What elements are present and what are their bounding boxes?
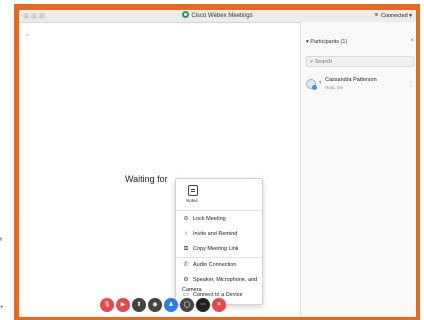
gear-icon: ⚙ bbox=[183, 277, 189, 283]
share-icon: ⬆ bbox=[136, 302, 142, 308]
chat-button[interactable]: ◯ bbox=[180, 298, 194, 312]
participants-panel: ▾ Participants (1) × ⌕ Search ♀ Cassandr… bbox=[300, 22, 416, 317]
more-button[interactable]: ⋯ bbox=[196, 298, 210, 312]
stage-info-icon[interactable]: ◦ bbox=[26, 32, 28, 39]
edge-marker: ᵇ bbox=[0, 238, 3, 244]
menu-divider bbox=[176, 257, 262, 258]
close-icon[interactable]: × bbox=[410, 38, 414, 44]
webex-window: Cisco Webex Meetings Connected ▾ ◦ Waiti… bbox=[19, 10, 416, 317]
leave-button[interactable]: ✕ bbox=[212, 298, 226, 312]
menu-item-invite-and-remind[interactable]: ♀ Invite and Remind bbox=[182, 229, 260, 239]
link-icon: ⧉ bbox=[183, 246, 189, 252]
lock-icon: ⊘ bbox=[183, 216, 189, 222]
close-icon: ✕ bbox=[216, 302, 222, 308]
edge-marker: + bbox=[0, 305, 4, 311]
person-icon: ♀ bbox=[183, 231, 189, 237]
menu-item-audio-connection[interactable]: ✆ Audio Connection bbox=[182, 260, 260, 270]
menu-item-copy-meeting-link[interactable]: ⧉ Copy Meeting Link bbox=[182, 244, 260, 254]
mute-button[interactable]: 🎙 bbox=[100, 298, 114, 312]
participants-button[interactable]: ♟ bbox=[164, 298, 178, 312]
search-input[interactable]: ⌕ Search bbox=[306, 56, 414, 67]
phone-icon: ✆ bbox=[183, 262, 189, 268]
status-dot-icon bbox=[375, 13, 379, 16]
host-icon: ♀ bbox=[318, 80, 323, 86]
video-button[interactable]: ▶ bbox=[116, 298, 130, 312]
avatar bbox=[306, 79, 317, 90]
share-button[interactable]: ⬆ bbox=[132, 298, 146, 312]
connection-status[interactable]: Connected ▾ bbox=[375, 11, 412, 21]
participants-header[interactable]: ▾ Participants (1) bbox=[306, 39, 347, 45]
search-icon: ⌕ bbox=[310, 59, 314, 65]
more-icon: ⋯ bbox=[200, 302, 206, 308]
more-options-menu: Notes ⊘ Lock Meeting ♀ Invite and Remind ⧉… bbox=[175, 178, 263, 305]
record-icon: ◉ bbox=[152, 302, 158, 308]
chevron-down-icon: ▾ bbox=[306, 39, 309, 45]
menu-item-speaker-microphone-camera[interactable]: ⚙ Speaker, Microphone, and Camera bbox=[182, 275, 260, 293]
webex-logo-icon bbox=[182, 11, 190, 18]
camera-icon: ▶ bbox=[120, 302, 126, 308]
window-title: Cisco Webex Meetings bbox=[19, 11, 416, 21]
notes-button[interactable]: Notes bbox=[184, 183, 204, 207]
chat-icon: ◯ bbox=[183, 302, 191, 308]
participants-icon: ♟ bbox=[168, 302, 174, 308]
menu-item-lock-meeting[interactable]: ⊘ Lock Meeting bbox=[182, 214, 260, 224]
waiting-text: Waiting for bbox=[125, 174, 168, 184]
participant-name: Cassandra Patterson bbox=[325, 77, 377, 83]
record-button[interactable]: ◉ bbox=[148, 298, 162, 312]
participant-role: Host, me bbox=[325, 85, 344, 90]
participant-row[interactable]: ♀ Cassandra Patterson Host, me ⋮ bbox=[306, 76, 414, 96]
notes-icon bbox=[188, 185, 198, 196]
microphone-icon: 🎙 bbox=[103, 302, 111, 308]
menu-divider bbox=[176, 210, 262, 211]
more-icon[interactable]: ⋮ bbox=[408, 80, 414, 87]
